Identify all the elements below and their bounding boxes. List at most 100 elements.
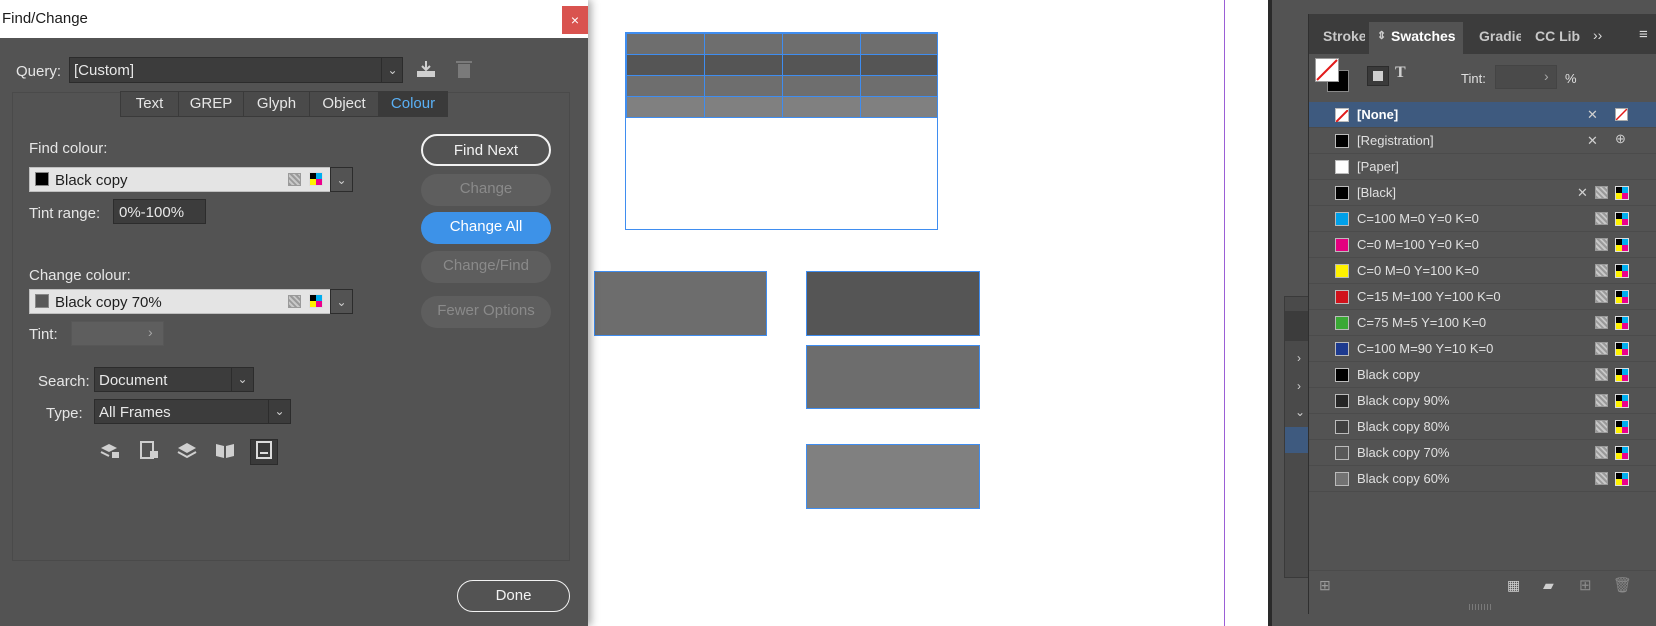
swatch-row[interactable]: C=0 M=0 Y=100 K=0 — [1309, 258, 1656, 284]
save-query-button[interactable] — [415, 59, 439, 81]
tab-glyph[interactable]: Glyph — [243, 91, 310, 117]
done-button[interactable]: Done — [457, 580, 570, 612]
swatch-name: Black copy — [1357, 367, 1420, 382]
table-cell[interactable] — [782, 96, 861, 118]
table-cell[interactable] — [782, 33, 861, 55]
tab-swatches-label: Swatches — [1391, 28, 1456, 44]
chevron-down-icon[interactable]: ⌄ — [1295, 405, 1305, 419]
table-cell[interactable] — [704, 54, 783, 76]
swatch-row[interactable]: Black copy 80% — [1309, 414, 1656, 440]
swatch-row-registration[interactable]: [Registration] ✕ ⊕ — [1309, 128, 1656, 154]
new-swatch-icon[interactable]: ⊞ — [1579, 576, 1592, 594]
document-canvas — [588, 0, 1268, 626]
fill-swatch[interactable] — [1315, 58, 1339, 82]
table-cell[interactable] — [704, 75, 783, 97]
tint-range-input[interactable]: 0%-100% — [113, 199, 206, 224]
table-cell[interactable] — [860, 96, 938, 118]
tint-input[interactable]: › — [1495, 65, 1557, 89]
delete-swatch-icon[interactable]: 🗑 — [1613, 576, 1632, 594]
cmyk-icon — [1615, 394, 1629, 408]
chevron-right-icon[interactable]: › — [1297, 351, 1301, 365]
cmyk-icon — [1615, 186, 1629, 200]
include-locked-layers-icon[interactable] — [97, 440, 123, 464]
tab-grep[interactable]: GREP — [178, 91, 244, 117]
swatch-row[interactable]: C=100 M=90 Y=10 K=0 — [1309, 336, 1656, 362]
chevron-right-icon[interactable]: › — [1297, 379, 1301, 393]
query-select[interactable]: [Custom] ⌄ — [69, 57, 403, 83]
change-find-button[interactable]: Change/Find — [421, 251, 551, 283]
table-cell[interactable] — [860, 33, 938, 55]
close-button[interactable]: × — [562, 6, 588, 34]
tab-cc-libraries[interactable]: CC Libr — [1535, 22, 1581, 54]
swatch-row[interactable]: Black copy 70% — [1309, 440, 1656, 466]
panel-menu-icon[interactable]: ≡ — [1639, 26, 1648, 43]
table-cell[interactable] — [782, 54, 861, 76]
tab-gradient[interactable]: Gradie — [1479, 22, 1521, 54]
change-all-button[interactable]: Change All — [421, 212, 551, 244]
swatch-row[interactable]: C=0 M=100 Y=0 K=0 — [1309, 232, 1656, 258]
type-select[interactable]: All Frames ⌄ — [94, 399, 291, 424]
swatch-row[interactable]: C=100 M=0 Y=0 K=0 — [1309, 206, 1656, 232]
search-select[interactable]: Document ⌄ — [94, 367, 254, 392]
fewer-options-button[interactable]: Fewer Options — [421, 296, 551, 328]
rectangle-frame[interactable] — [806, 345, 980, 409]
panel-resize-grip[interactable] — [1469, 604, 1493, 610]
cmyk-icon — [1615, 238, 1629, 252]
table-cell[interactable] — [860, 54, 938, 76]
swatch-row[interactable]: Black copy 90% — [1309, 388, 1656, 414]
query-value: [Custom] — [74, 62, 135, 79]
include-footnotes-icon[interactable] — [250, 439, 278, 465]
table-cell[interactable] — [782, 75, 861, 97]
swatch-row[interactable]: C=15 M=100 Y=100 K=0 — [1309, 284, 1656, 310]
find-colour-value: Black copy — [55, 172, 128, 189]
rectangle-frame[interactable] — [806, 271, 980, 336]
table-cell[interactable] — [626, 96, 705, 118]
find-colour-select[interactable]: Black copy ⌄ — [29, 167, 353, 192]
find-next-button[interactable]: Find Next — [421, 134, 551, 166]
include-locked-stories-icon[interactable] — [136, 440, 162, 464]
tint-label: Tint: — [29, 326, 58, 343]
swatch-row-paper[interactable]: [Paper] — [1309, 154, 1656, 180]
change-button[interactable]: Change — [421, 174, 551, 206]
fill-stroke-proxy[interactable] — [1315, 58, 1353, 96]
table-cell[interactable] — [860, 75, 938, 97]
tab-text[interactable]: Text — [120, 91, 179, 117]
tint-input[interactable]: › — [71, 321, 164, 346]
table-cell[interactable] — [626, 75, 705, 97]
new-color-group-icon[interactable]: ▰ — [1543, 577, 1554, 594]
table-cell[interactable] — [626, 54, 705, 76]
process-swatch-icon — [1595, 186, 1608, 199]
swatch-views-icon[interactable]: ▦ — [1507, 577, 1520, 594]
swatch-row-none[interactable]: [None] ✕ — [1309, 102, 1656, 128]
change-colour-select[interactable]: Black copy 70% ⌄ — [29, 289, 353, 314]
swatch-chip — [1335, 446, 1349, 460]
show-swatch-kinds-icon[interactable]: ⊞ — [1319, 577, 1331, 594]
rectangle-frame[interactable] — [594, 271, 767, 336]
tab-stroke[interactable]: Stroke — [1323, 22, 1365, 54]
swatch-name: [Black] — [1357, 185, 1397, 200]
delete-query-button[interactable] — [455, 59, 475, 81]
tab-colour[interactable]: Colour — [378, 91, 448, 117]
more-tabs-icon[interactable]: ›› — [1593, 27, 1602, 43]
rectangle-frame[interactable] — [806, 444, 980, 509]
cmyk-icon — [1615, 420, 1629, 434]
process-swatch-icon — [1595, 420, 1608, 433]
tab-swatches[interactable]: ⇕ Swatches — [1369, 22, 1463, 54]
swatch-row[interactable]: C=75 M=5 Y=100 K=0 — [1309, 310, 1656, 336]
swatch-chip — [1335, 264, 1349, 278]
table-frame[interactable] — [625, 32, 938, 230]
swatch-row-black[interactable]: [Black] ✕ — [1309, 180, 1656, 206]
tab-object[interactable]: Object — [309, 91, 379, 117]
swatch-chip — [1335, 238, 1349, 252]
table-cell[interactable] — [704, 33, 783, 55]
swatch-row[interactable]: Black copy — [1309, 362, 1656, 388]
swatch-row[interactable]: Black copy 60% — [1309, 466, 1656, 492]
table-cell[interactable] — [704, 96, 783, 118]
text-formatting-icon[interactable]: T — [1395, 64, 1406, 82]
include-master-pages-icon[interactable] — [212, 440, 238, 464]
save-query-icon — [417, 61, 435, 77]
colour-chip — [35, 172, 49, 186]
container-toggle[interactable] — [1367, 66, 1389, 86]
include-hidden-layers-icon[interactable] — [174, 440, 200, 464]
table-cell[interactable] — [626, 33, 705, 55]
